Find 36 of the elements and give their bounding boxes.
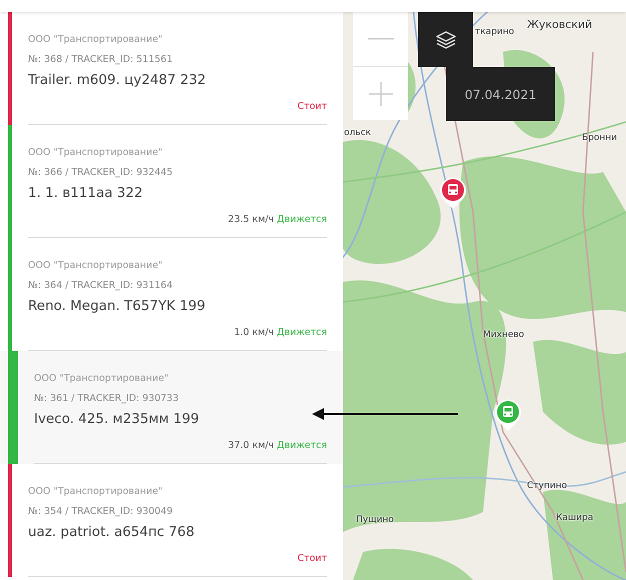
vehicle-name: Iveco. 425. м235мм 199 xyxy=(34,411,200,427)
vehicle-name: Trailer. m609. цу2487 232 xyxy=(28,72,206,88)
company-name: ООО "Транспортирование" xyxy=(34,373,169,384)
tracker-id: №: 361 / TRACKER_ID: 930733 xyxy=(34,393,179,404)
status-text: Стоит xyxy=(297,101,327,112)
vehicle-name: 1. 1. в111аа 322 xyxy=(28,185,143,201)
map-label: ольск xyxy=(344,128,371,138)
speed-text: 23.5 км/ч xyxy=(228,214,274,225)
tracker-id: №: 368 / TRACKER_ID: 511561 xyxy=(28,54,173,65)
company-name: ООО "Транспортирование" xyxy=(28,486,163,497)
vehicle-card[interactable]: ООО "Транспортирование" №: 361 / TRACKER_ID: 930733 Iveco. 425. м235мм 199 37.0 км/ч Движется xyxy=(0,351,343,464)
company-name: ООО "Транспортирование" xyxy=(28,260,163,271)
map-label: Михнево xyxy=(483,330,524,340)
map-label: Кашира xyxy=(556,513,594,523)
status-text: Движется xyxy=(276,214,327,225)
speed-text: 1.0 км/ч xyxy=(234,327,274,338)
vehicle-card[interactable]: ООО "Транспортирование" №: 366 / TRACKER_ID: 932445 1. 1. в111аа 322 23.5 км/ч Движется xyxy=(0,125,343,238)
map-label: Жуковский xyxy=(527,18,592,31)
vehicle-name: Reno. Megan. T657YK 199 xyxy=(28,298,206,314)
tracker-id: №: 354 / TRACKER_ID: 930049 xyxy=(28,506,173,517)
company-name: ООО "Транспортирование" xyxy=(28,147,163,158)
vehicle-card[interactable]: ООО "Транспортирование" №: 354 / TRACKER_ID: 930049 uaz. patriot. а654пс 768 Стоит xyxy=(0,464,343,577)
vehicle-card[interactable]: ООО "Транспортирование" №: 368 / TRACKER_ID: 511561 Trailer. m609. цу2487 232 Стоит xyxy=(0,12,343,125)
map-label: ткарино xyxy=(475,27,514,37)
status-text: Движется xyxy=(276,440,327,451)
map-label: Пущино xyxy=(356,515,394,525)
map-label: Бронни xyxy=(582,133,618,143)
date-label: 07.04.2021 xyxy=(446,67,555,121)
map-label: Ступино xyxy=(527,481,567,491)
company-name: ООО "Транспортирование" xyxy=(28,34,163,45)
status-text: Стоит xyxy=(297,553,327,564)
speed-text: 37.0 км/ч xyxy=(228,440,274,451)
vehicle-name: uaz. patriot. а654пс 768 xyxy=(28,524,194,540)
tracker-id: №: 364 / TRACKER_ID: 931164 xyxy=(28,280,173,291)
status-text: Движется xyxy=(276,327,327,338)
tracker-id: №: 366 / TRACKER_ID: 932445 xyxy=(28,167,173,178)
